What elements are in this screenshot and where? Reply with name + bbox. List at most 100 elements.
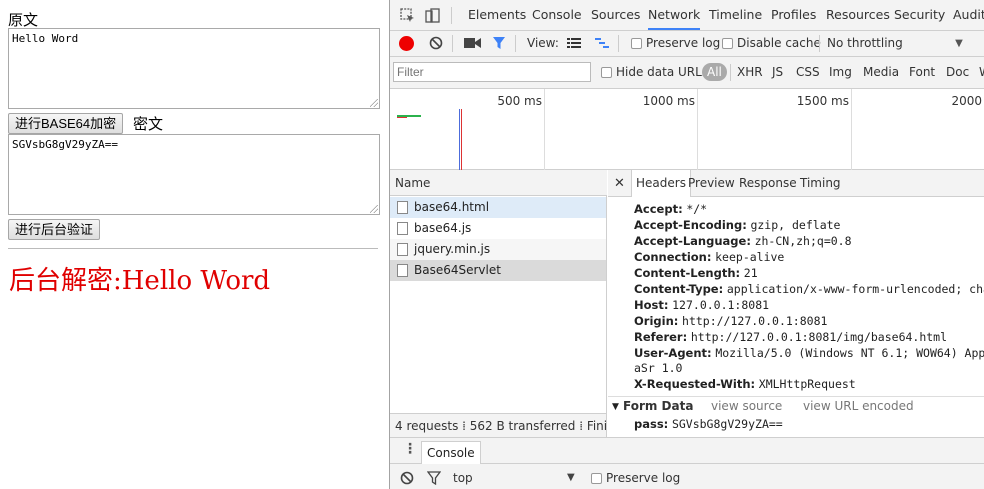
console-drawer: ⋮ Console top ▼ Preserve log [390, 437, 984, 489]
name-column-header[interactable]: Name [390, 170, 607, 196]
encrypt-button[interactable]: 进行BASE64加密 [8, 113, 124, 134]
web-page: 原文 Hello Word 进行BASE64加密 密文 SGVsbG8gV29y… [0, 0, 388, 489]
filter-type-js[interactable]: JS [772, 65, 783, 79]
view-label: View: [527, 36, 559, 50]
filter-input[interactable] [393, 62, 591, 82]
tab-timing[interactable]: Timing [800, 170, 841, 197]
gridline [697, 89, 698, 170]
request-name: Base64Servlet [414, 263, 501, 277]
plain-label: 原文 [8, 11, 39, 29]
tab-response[interactable]: Response [739, 170, 797, 197]
form-field: pass: SGVsbG8gV29yZA== [634, 417, 783, 431]
tab-sources[interactable]: Sources [591, 0, 640, 30]
result-text: 后台解密:Hello Word [9, 266, 271, 296]
filter-type-all[interactable]: All [702, 63, 727, 81]
request-name: jquery.min.js [414, 242, 491, 256]
close-icon[interactable]: ✕ [614, 170, 625, 197]
filter-type-media[interactable]: Media [863, 65, 899, 79]
context-select[interactable]: top [453, 471, 473, 485]
tab-profiles[interactable]: Profiles [771, 0, 816, 30]
filter-type-xhr[interactable]: XHR [737, 65, 763, 79]
clear-icon[interactable] [428, 35, 444, 51]
header-line: Connection: keep-alive [634, 250, 785, 264]
throttling-select[interactable]: No throttling [827, 36, 903, 50]
separator [452, 35, 453, 52]
chevron-down-icon[interactable]: ▼ [567, 472, 575, 483]
network-toolbar: View: Preserve log Disable cache No thro… [390, 31, 984, 57]
console-preserve-log-checkbox[interactable] [591, 473, 602, 484]
gridline [851, 89, 852, 170]
tab-audits[interactable]: Audits [953, 0, 984, 30]
devtools-panel: Elements Console Sources Network Timelin… [389, 0, 984, 489]
request-row[interactable]: base64.html [390, 197, 606, 218]
filter-icon[interactable] [491, 35, 507, 51]
separator [819, 35, 820, 52]
filter-type-css[interactable]: CSS [796, 65, 820, 79]
expand-triangle-icon[interactable]: ▼ [612, 402, 619, 412]
request-bar [397, 117, 407, 118]
verify-button[interactable]: 进行后台验证 [8, 219, 101, 240]
tick-label: 1000 ms [642, 94, 695, 108]
disable-cache-checkbox[interactable] [722, 38, 733, 49]
plain-textarea[interactable]: Hello Word [8, 28, 380, 109]
gridline [544, 89, 545, 170]
request-detail-panel: ✕ Headers Preview Response Timing Accept… [608, 170, 984, 437]
cipher-label: 密文 [133, 115, 164, 133]
tab-timeline[interactable]: Timeline [709, 0, 762, 30]
filter-type-img[interactable]: Img [829, 65, 852, 79]
hide-data-urls-checkbox[interactable] [601, 67, 612, 78]
header-line: Content-Type: application/x-www-form-url… [634, 282, 984, 296]
clear-console-icon[interactable] [399, 470, 415, 486]
request-name: base64.js [414, 221, 472, 235]
request-row-selected[interactable]: Base64Servlet [390, 260, 606, 281]
waterfall-view-icon[interactable] [594, 35, 610, 51]
tab-elements[interactable]: Elements [468, 0, 526, 30]
list-view-icon[interactable] [566, 35, 582, 51]
separator [730, 64, 731, 81]
divider [8, 248, 378, 249]
tab-resources[interactable]: Resources [826, 0, 890, 30]
header-line: User-Agent: Mozilla/5.0 (Windows NT 6.1;… [634, 346, 984, 360]
document-icon [397, 201, 408, 214]
inspect-element-icon[interactable] [399, 7, 415, 23]
form-data-section[interactable]: ▼ Form Data view source view URL encoded [608, 396, 984, 416]
console-preserve-log-label: Preserve log [606, 471, 681, 485]
request-row[interactable]: jquery.min.js [390, 239, 606, 260]
header-line: Accept-Language: zh-CN,zh;q=0.8 [634, 234, 852, 248]
detail-tab-bar: ✕ Headers Preview Response Timing [608, 170, 984, 197]
view-source-link[interactable]: view source [711, 399, 782, 413]
device-mode-icon[interactable] [424, 7, 440, 23]
tick-label: 1500 ms [796, 94, 849, 108]
view-url-encoded-link[interactable]: view URL encoded [803, 399, 914, 413]
devtools-tab-bar: Elements Console Sources Network Timelin… [390, 0, 984, 31]
header-line: X-Requested-With: XMLHttpRequest [634, 377, 856, 391]
network-summary: 4 requests ⁞ 562 B transferred ⁞ Finish.… [390, 413, 606, 437]
camera-icon[interactable] [463, 35, 481, 51]
filter-type-ws[interactable]: W [979, 65, 984, 79]
request-name: base64.html [414, 200, 490, 214]
request-row[interactable]: base64.js [390, 218, 606, 239]
cipher-textarea[interactable]: SGVsbG8gV29yZA== [8, 134, 380, 215]
tab-headers[interactable]: Headers [631, 170, 691, 197]
filter-icon[interactable] [426, 470, 442, 486]
tab-network[interactable]: Network [648, 0, 701, 30]
load-line [461, 109, 462, 170]
drawer-tab-console[interactable]: Console [421, 441, 481, 464]
header-line: Referer: http://127.0.0.1:8081/img/base6… [634, 330, 948, 344]
tab-console[interactable]: Console [532, 0, 582, 30]
domcontentloaded-line [459, 109, 460, 170]
network-overview[interactable]: 500 ms 1000 ms 1500 ms 2000 [390, 89, 984, 170]
filter-type-font[interactable]: Font [909, 65, 935, 79]
chevron-down-icon[interactable]: ▼ [953, 36, 965, 50]
tab-security[interactable]: Security [894, 0, 945, 30]
separator [451, 7, 452, 24]
preserve-log-checkbox[interactable] [631, 38, 642, 49]
filter-type-doc[interactable]: Doc [946, 65, 969, 79]
drawer-menu-icon[interactable]: ⋮ [403, 441, 417, 457]
tick-label: 2000 [951, 94, 982, 108]
document-icon [397, 222, 408, 235]
tab-preview[interactable]: Preview [688, 170, 735, 197]
header-line-continued: aSr 1.0 [634, 361, 683, 375]
document-icon [397, 264, 408, 277]
record-icon[interactable] [399, 36, 414, 51]
